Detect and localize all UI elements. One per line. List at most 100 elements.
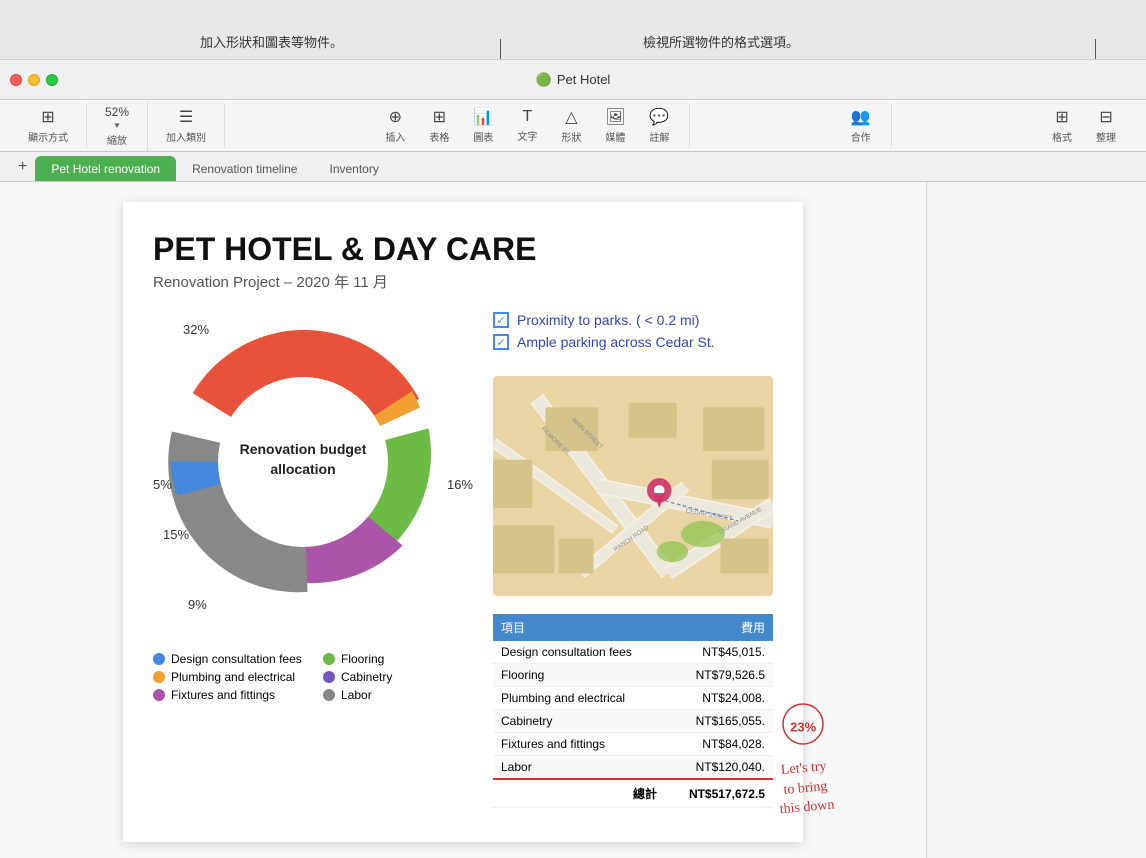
insert-icon: ⊕ xyxy=(389,107,402,127)
main-content: PET HOTEL & DAY CARE Renovation Project … xyxy=(0,182,1146,858)
tab-pet-hotel-renovation[interactable]: Pet Hotel renovation xyxy=(35,156,176,181)
legend-label-fixtures: Fixtures and fittings xyxy=(171,688,275,702)
document-title: PET HOTEL & DAY CARE xyxy=(153,232,773,267)
table-row: Flooring NT$79,526.5 xyxy=(493,664,773,687)
note-text-1: Proximity to parks. ( < 0.2 mi) xyxy=(517,312,699,328)
checkbox-2[interactable]: ✓ xyxy=(493,334,509,350)
note-text-2: Ample parking across Cedar St. xyxy=(517,334,715,350)
budget-table: 項目 費用 Design consultation fees NT$45,015… xyxy=(493,614,773,808)
document-page: PET HOTEL & DAY CARE Renovation Project … xyxy=(123,202,803,842)
cost-design: NT$45,015. xyxy=(665,641,773,664)
format-button[interactable]: ⊞ 格式 xyxy=(1042,103,1082,148)
legend-dot-design xyxy=(153,653,165,665)
collaborate-button[interactable]: 👥 合作 xyxy=(841,103,881,148)
table-icon: ⊞ xyxy=(433,107,446,127)
legend-label-labor: Labor xyxy=(341,688,372,702)
tab-inventory[interactable]: Inventory xyxy=(313,156,394,181)
zoom-button[interactable]: 52% ▼ 縮放 xyxy=(97,101,137,151)
document-subtitle: Renovation Project – 2020 年 11 月 xyxy=(153,271,773,292)
collaborate-group: 👥 合作 xyxy=(831,103,892,148)
note-item-2: ✓ Ample parking across Cedar St. xyxy=(493,334,773,350)
legend-dot-flooring xyxy=(323,653,335,665)
comment-icon: 💬 xyxy=(649,107,669,127)
cost-plumbing: NT$24,008. xyxy=(665,687,773,710)
map-svg: FILMORE ST. MAIN STREET CEDAR STREET GRA… xyxy=(493,376,773,596)
table-button[interactable]: ⊞ 表格 xyxy=(419,103,459,148)
window-title-text: Pet Hotel xyxy=(557,72,610,87)
table-row: Design consultation fees NT$45,015. xyxy=(493,641,773,664)
text-icon: T xyxy=(522,108,532,126)
toolbar: ⊞ 顯示方式 52% ▼ 縮放 ☰ 加入類別 ⊕ 插入 ⊞ 表格 📊 圖表 T xyxy=(0,100,1146,152)
window-title: 🟢 Pet Hotel xyxy=(536,72,611,88)
format-panel-content xyxy=(927,182,1146,202)
category-group: ☰ 加入類別 xyxy=(148,103,225,148)
donut-chart: 32% 5% 15% 9% 16% xyxy=(153,312,473,632)
col-header-cost: 費用 xyxy=(665,614,773,641)
legend-cabinetry: Cabinetry xyxy=(323,670,473,684)
table-total-row: 總計 NT$517,672.5 xyxy=(493,779,773,808)
zoom-group: 52% ▼ 縮放 xyxy=(87,101,148,151)
minimize-button[interactable] xyxy=(28,74,40,86)
shape-icon: △ xyxy=(565,107,577,127)
item-fixtures: Fixtures and fittings xyxy=(493,733,665,756)
organize-icon: ⊟ xyxy=(1099,107,1112,127)
map-container: FILMORE ST. MAIN STREET CEDAR STREET GRA… xyxy=(493,376,773,596)
add-category-button[interactable]: ☰ 加入類別 xyxy=(158,103,214,148)
comment-button[interactable]: 💬 註解 xyxy=(639,103,679,148)
item-labor: Labor xyxy=(493,756,665,780)
maximize-button[interactable] xyxy=(46,74,58,86)
legend-dot-plumbing xyxy=(153,671,165,683)
text-button[interactable]: T 文字 xyxy=(507,104,547,147)
title-bar: 🟢 Pet Hotel xyxy=(0,60,1146,100)
check-icon-1: ✓ xyxy=(496,314,505,327)
organize-button[interactable]: ⊟ 整理 xyxy=(1086,103,1126,148)
checkbox-1[interactable]: ✓ xyxy=(493,312,509,328)
add-tab-button[interactable]: + xyxy=(10,152,35,181)
table-row: Fixtures and fittings NT$84,028. xyxy=(493,733,773,756)
chart-button[interactable]: 📊 圖表 xyxy=(463,103,503,148)
legend-label-flooring: Flooring xyxy=(341,652,384,666)
chart-icon: 📊 xyxy=(473,107,493,127)
annotation-left: 加入形狀和圖表等物件。 xyxy=(200,32,343,51)
handwritten-notes: ✓ Proximity to parks. ( < 0.2 mi) ✓ Ampl… xyxy=(493,312,773,356)
chart-legend: Design consultation fees Flooring Plumbi… xyxy=(153,652,473,702)
cost-labor: NT$120,040. xyxy=(665,756,773,780)
cost-fixtures: NT$84,028. xyxy=(665,733,773,756)
format-icon: ⊞ xyxy=(1055,107,1068,127)
document-area[interactable]: PET HOTEL & DAY CARE Renovation Project … xyxy=(0,182,926,858)
legend-labor: Labor xyxy=(323,688,473,702)
legend-dot-labor xyxy=(323,689,335,701)
tab-renovation-timeline[interactable]: Renovation timeline xyxy=(176,156,313,181)
category-icon: ☰ xyxy=(179,107,193,127)
traffic-lights xyxy=(10,74,58,86)
legend-plumbing: Plumbing and electrical xyxy=(153,670,303,684)
view-button[interactable]: ⊞ 顯示方式 xyxy=(20,103,76,148)
insert-group: ⊕ 插入 ⊞ 表格 📊 圖表 T 文字 △ 形狀 🖼 媒體 💬 註解 xyxy=(365,103,690,148)
annotation-bar: 加入形狀和圖表等物件。 檢視所選物件的格式選項。 xyxy=(0,0,1146,60)
right-column: ✓ Proximity to parks. ( < 0.2 mi) ✓ Ampl… xyxy=(493,312,773,808)
donut-svg-proper: Renovation budget allocation xyxy=(153,312,453,612)
check-icon-2: ✓ xyxy=(496,336,505,349)
media-button[interactable]: 🖼 媒體 xyxy=(595,103,635,148)
col-header-item: 項目 xyxy=(493,614,665,641)
legend-design: Design consultation fees xyxy=(153,652,303,666)
view-icon: ⊞ xyxy=(41,107,54,127)
circled-percent-text: 23% xyxy=(790,719,816,734)
item-plumbing: Plumbing and electrical xyxy=(493,687,665,710)
annotation-right: 檢視所選物件的格式選項。 xyxy=(643,32,799,51)
legend-flooring: Flooring xyxy=(323,652,473,666)
circled-percent-container: 23% xyxy=(778,699,828,754)
collaborate-icon: 👥 xyxy=(851,107,871,127)
shape-button[interactable]: △ 形狀 xyxy=(551,103,591,148)
note-item-1: ✓ Proximity to parks. ( < 0.2 mi) xyxy=(493,312,773,328)
insert-button[interactable]: ⊕ 插入 xyxy=(375,103,415,148)
item-cabinetry: Cabinetry xyxy=(493,710,665,733)
svg-text:allocation: allocation xyxy=(270,461,335,477)
table-row-labor: Labor NT$120,040. xyxy=(493,756,773,780)
media-icon: 🖼 xyxy=(605,107,625,127)
budget-table-container: 項目 費用 Design consultation fees NT$45,015… xyxy=(493,606,773,808)
legend-label-design: Design consultation fees xyxy=(171,652,302,666)
item-flooring: Flooring xyxy=(493,664,665,687)
close-button[interactable] xyxy=(10,74,22,86)
legend-dot-fixtures xyxy=(153,689,165,701)
